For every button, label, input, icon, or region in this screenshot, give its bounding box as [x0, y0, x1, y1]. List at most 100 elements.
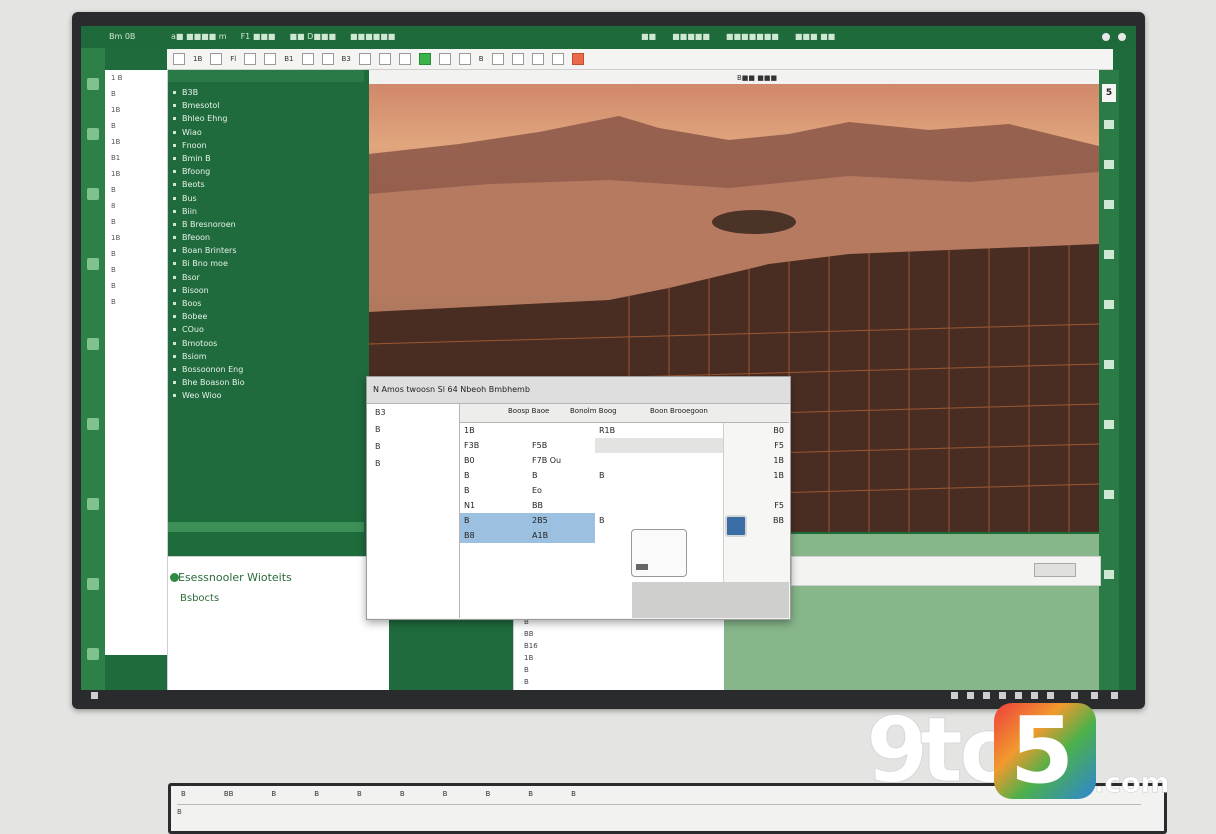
nav-item[interactable]: Bfeoon — [168, 231, 364, 244]
toolbar-chip[interactable]: B1 — [284, 55, 293, 63]
column-header[interactable]: Boon Brooegoon — [650, 407, 708, 415]
nav-item[interactable]: Boos — [168, 297, 364, 310]
table-row[interactable]: BB — [460, 468, 595, 483]
strip-button[interactable] — [1034, 563, 1076, 577]
nav-item[interactable]: Boan Brinters — [168, 244, 364, 257]
sidebar-value[interactable]: B3 — [367, 404, 459, 421]
tool-icon[interactable] — [87, 128, 99, 140]
alert-toolbar-button[interactable] — [571, 53, 584, 65]
tool-icon[interactable] — [1104, 490, 1114, 499]
nav-item[interactable]: Bi Bno moe — [168, 257, 364, 270]
toolbar-button[interactable] — [173, 53, 185, 65]
menu-item[interactable]: a■ ■■■■ m — [171, 26, 227, 48]
list-item[interactable]: 1B — [105, 166, 167, 182]
toolbar-button[interactable] — [551, 53, 564, 65]
minimize-icon[interactable] — [1118, 33, 1126, 41]
toolbar-button[interactable] — [438, 53, 451, 65]
table-row[interactable]: B Eo — [460, 483, 595, 498]
table-row[interactable]: F3B F5B — [460, 438, 595, 453]
menu-item[interactable]: F1 ■■■ — [241, 26, 276, 48]
nav-item[interactable]: Fnoon — [168, 139, 364, 152]
menu-item[interactable]: ■■■■■■ — [350, 26, 395, 48]
nav-item[interactable]: B3B — [168, 86, 364, 99]
toolbar-button[interactable] — [491, 53, 504, 65]
selected-table-row[interactable]: B 2B5 — [460, 513, 595, 528]
table-row[interactable]: N1 BB — [460, 498, 595, 513]
toolbar-chip[interactable]: 1B — [193, 55, 202, 63]
toolbar-chip[interactable]: B3 — [342, 55, 351, 63]
tool-icon[interactable] — [1104, 360, 1114, 369]
toolbar-button[interactable] — [301, 53, 314, 65]
tool-icon[interactable] — [1104, 250, 1114, 259]
table-row[interactable]: 1B — [460, 423, 595, 438]
nav-item[interactable]: Bsor — [168, 271, 364, 284]
sidebar-value[interactable]: B — [367, 421, 459, 438]
list-item[interactable]: B — [105, 278, 167, 294]
tool-icon[interactable] — [87, 418, 99, 430]
toolbar-button[interactable] — [378, 53, 391, 65]
key[interactable]: B — [571, 790, 576, 804]
tool-icon[interactable] — [1104, 160, 1114, 169]
tool-icon[interactable] — [87, 78, 99, 90]
nav-item[interactable]: Bsiom — [168, 350, 364, 363]
tool-icon[interactable] — [1104, 120, 1114, 129]
list-item[interactable]: 1B — [105, 102, 167, 118]
toolbar-button[interactable] — [531, 53, 544, 65]
tool-icon[interactable] — [87, 188, 99, 200]
close-icon[interactable] — [1102, 33, 1110, 41]
menu-item[interactable]: ■■ D■■■ — [290, 26, 337, 48]
key[interactable]: B — [528, 790, 533, 804]
list-item[interactable]: B — [105, 246, 167, 262]
nav-item[interactable]: COuo — [168, 323, 364, 336]
tool-icon[interactable] — [87, 338, 99, 350]
key[interactable]: B — [485, 790, 490, 804]
nav-item[interactable]: Bmin B — [168, 152, 364, 165]
app-icon[interactable] — [725, 515, 747, 537]
tool-icon[interactable] — [1104, 570, 1114, 579]
tool-icon[interactable] — [1104, 200, 1114, 209]
key[interactable]: B — [443, 790, 448, 804]
list-item[interactable]: 1B — [105, 230, 167, 246]
key[interactable]: B — [181, 790, 186, 804]
list-item[interactable]: 1B — [105, 134, 167, 150]
key[interactable]: B — [271, 790, 276, 804]
active-toolbar-button[interactable] — [418, 53, 431, 65]
list-item[interactable]: B — [105, 118, 167, 134]
key[interactable]: BB — [224, 790, 234, 804]
list-item[interactable]: B — [105, 262, 167, 278]
toolbar-button[interactable] — [264, 53, 277, 65]
nav-item[interactable]: Bhleo Ehng — [168, 112, 364, 125]
nav-item[interactable]: Bus — [168, 192, 364, 205]
tool-icon[interactable] — [87, 498, 99, 510]
nav-item[interactable]: Biin — [168, 205, 364, 218]
nav-item[interactable]: Bmotoos — [168, 337, 364, 350]
toolbar-button[interactable] — [511, 53, 524, 65]
column-header[interactable]: Boosp Baoe — [508, 407, 549, 415]
tool-icon[interactable] — [87, 648, 99, 660]
nav-item[interactable]: Bfoong — [168, 165, 364, 178]
table-row[interactable]: B0 F7B Ou — [460, 453, 595, 468]
toolbar-button[interactable] — [210, 53, 223, 65]
list-item[interactable]: B — [105, 294, 167, 310]
list-item[interactable]: B — [105, 86, 167, 102]
sidebar-value[interactable]: B — [367, 438, 459, 455]
nav-item[interactable]: Bisoon — [168, 284, 364, 297]
nav-item[interactable]: Beots — [168, 178, 364, 191]
selected-table-row[interactable]: B8 A1B — [460, 528, 595, 543]
list-item[interactable]: 1 B — [105, 70, 167, 86]
nav-item[interactable]: Bobee — [168, 310, 364, 323]
toolbar-button[interactable] — [458, 53, 471, 65]
preview-popup[interactable] — [631, 529, 687, 577]
tool-icon[interactable] — [87, 578, 99, 590]
toolbar-button[interactable] — [358, 53, 371, 65]
toolbar-button[interactable] — [321, 53, 334, 65]
list-item[interactable]: B1 — [105, 150, 167, 166]
nav-item[interactable]: Bmesotol — [168, 99, 364, 112]
key[interactable]: B — [357, 790, 362, 804]
panel-subtitle[interactable]: Bsbocts — [180, 593, 219, 604]
list-item[interactable]: B — [105, 214, 167, 230]
list-item[interactable]: B — [105, 182, 167, 198]
nav-item[interactable]: B Bresnoroen — [168, 218, 364, 231]
toolbar-button[interactable] — [398, 53, 411, 65]
nav-item[interactable]: Bossoonon Eng — [168, 363, 364, 376]
